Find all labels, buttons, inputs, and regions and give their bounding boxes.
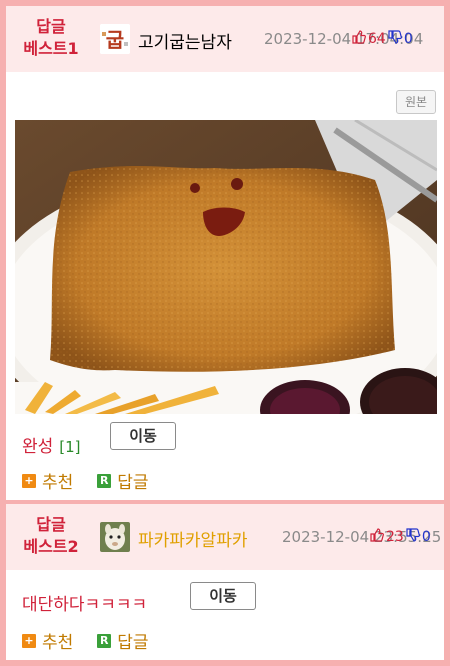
recommend-button[interactable]: + 추천 (22, 468, 73, 493)
best-reply-1: 답글 베스트1 굽 고기굽는남자 2023-12-04 17:04:04 64 (6, 6, 444, 500)
plus-icon: + (22, 633, 36, 648)
reply-button[interactable]: R 답글 (97, 628, 149, 653)
avatar-logo-icon: 굽 (100, 24, 130, 54)
vote-counter: 23 0 (370, 528, 431, 546)
best-badge: 답글 베스트2 (23, 515, 79, 556)
avatar[interactable]: 굽 (100, 24, 130, 54)
reply-actions: + 추천 R 답글 (22, 468, 173, 493)
plus-icon: + (22, 473, 36, 488)
down-count: 0 (421, 529, 431, 545)
schnitzel-photo-image (15, 120, 437, 414)
thumbs-up-icon[interactable] (352, 30, 366, 48)
best-badge: 답글 베스트1 (23, 17, 79, 58)
reply-button[interactable]: R 답글 (97, 468, 149, 493)
best-reply-2: 답글 베스트2 파카파카알파카 2023-12-04 23:55:25 23 0… (6, 504, 444, 660)
up-count: 23 (386, 529, 404, 545)
reply-actions: + 추천 R 답글 (22, 628, 173, 653)
move-button[interactable]: 이동 (190, 582, 256, 610)
recommend-button[interactable]: + 추천 (22, 628, 73, 653)
thumbs-down-icon[interactable] (388, 30, 402, 48)
reply-content: 완성 [1] (22, 437, 81, 457)
original-image-button[interactable]: 원본 (396, 90, 436, 114)
move-button[interactable]: 이동 (110, 422, 176, 450)
best-replies-panel: 답글 베스트1 굽 고기굽는남자 2023-12-04 17:04:04 64 (6, 6, 444, 660)
thumbs-up-icon[interactable] (370, 528, 384, 546)
reply-r-icon: R (97, 473, 112, 488)
attached-photo[interactable] (15, 120, 437, 414)
alpaca-avatar-icon (100, 522, 130, 552)
nickname[interactable]: 파카파카알파카 (138, 526, 247, 551)
up-count: 64 (368, 31, 386, 47)
nickname[interactable]: 고기굽는남자 (138, 28, 232, 53)
avatar[interactable] (100, 522, 130, 552)
reply-r-icon: R (97, 633, 112, 648)
thumbs-down-icon[interactable] (406, 528, 420, 546)
reply-header: 답글 베스트1 굽 고기굽는남자 2023-12-04 17:04:04 64 (6, 6, 444, 72)
reply-header: 답글 베스트2 파카파카알파카 2023-12-04 23:55:25 23 0 (6, 504, 444, 570)
down-count: 0 (403, 31, 413, 47)
vote-counter: 64 0 (352, 30, 413, 48)
reply-content: 대단하다ㅋㅋㅋㅋ (22, 595, 148, 615)
svg-text:굽: 굽 (106, 28, 124, 52)
comment-count[interactable]: [1] (59, 438, 80, 456)
